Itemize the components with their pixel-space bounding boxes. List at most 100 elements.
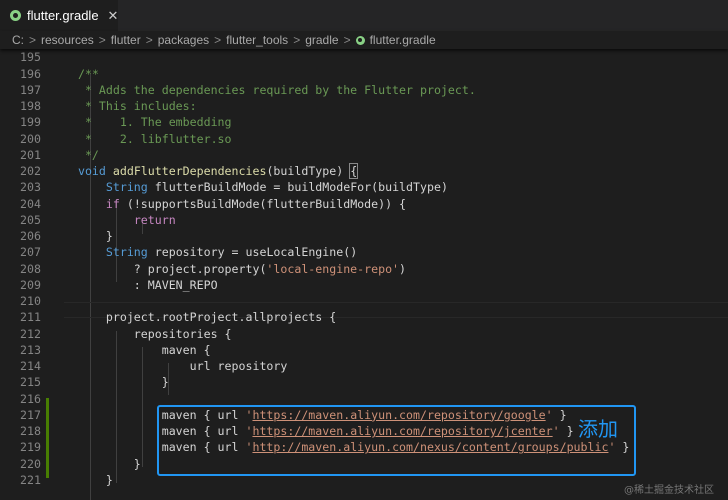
- line-number: 219: [0, 439, 41, 455]
- code-token: 'local-engine-repo': [266, 262, 399, 276]
- code-line[interactable]: 201 */: [0, 147, 728, 163]
- code-token: String: [106, 245, 148, 259]
- chevron-right-icon: >: [29, 33, 36, 47]
- code-line[interactable]: 210: [0, 293, 728, 309]
- breadcrumb-item-flutter-tools[interactable]: flutter_tools: [226, 33, 288, 47]
- line-number: 210: [0, 293, 41, 309]
- breadcrumb-item-gradle[interactable]: gradle: [305, 33, 338, 47]
- tab-title: flutter.gradle: [27, 8, 99, 23]
- code-line[interactable]: 214 url repository: [0, 358, 728, 374]
- chevron-right-icon: >: [146, 33, 153, 47]
- code-token: addFlutterDependencies: [113, 164, 267, 178]
- line-number: 211: [0, 309, 41, 325]
- code-token: [64, 164, 78, 178]
- tab-flutter-gradle[interactable]: flutter.gradle ✕: [0, 0, 118, 31]
- code-line[interactable]: 212 repositories {: [0, 326, 728, 342]
- code-token: maven {: [64, 343, 211, 357]
- code-token: [64, 245, 106, 259]
- code-token: }: [64, 473, 113, 487]
- code-token: [64, 180, 106, 194]
- code-line[interactable]: 215 }: [0, 374, 728, 390]
- code-token: ): [399, 262, 406, 276]
- code-token: repositories {: [64, 327, 232, 341]
- line-number: 200: [0, 131, 41, 147]
- code-line[interactable]: 207 String repository = useLocalEngine(): [0, 244, 728, 260]
- code-line[interactable]: 198 * This includes:: [0, 98, 728, 114]
- code-token: }: [64, 375, 169, 389]
- line-number: 202: [0, 163, 41, 179]
- code-token: (!supportsBuildMode(flutterBuildMode)) {: [120, 197, 406, 211]
- code-line[interactable]: 200 * 2. libflutter.so: [0, 131, 728, 147]
- code-token: if: [106, 197, 120, 211]
- code-text: String flutterBuildMode = buildModeFor(b…: [64, 179, 448, 195]
- code-line[interactable]: 204 if (!supportsBuildMode(flutterBuildM…: [0, 196, 728, 212]
- code-token: String: [106, 180, 148, 194]
- chevron-right-icon: >: [293, 33, 300, 47]
- code-text: project.rootProject.allprojects {: [64, 309, 336, 325]
- close-icon[interactable]: ✕: [108, 8, 119, 24]
- code-text: void addFlutterDependencies(buildType) {: [64, 163, 357, 179]
- code-text: /**: [64, 66, 99, 82]
- code-line[interactable]: 202 void addFlutterDependencies(buildTyp…: [0, 163, 728, 179]
- chevron-right-icon: >: [214, 33, 221, 47]
- code-line[interactable]: 206 }: [0, 228, 728, 244]
- code-line[interactable]: 205 return: [0, 212, 728, 228]
- line-number: 218: [0, 423, 41, 439]
- code-text: * This includes:: [64, 98, 197, 114]
- code-line[interactable]: 213 maven {: [0, 342, 728, 358]
- code-line[interactable]: 209 : MAVEN_REPO: [0, 277, 728, 293]
- line-number: 198: [0, 98, 41, 114]
- code-token: url repository: [64, 359, 287, 373]
- breadcrumb-item-resources[interactable]: resources: [41, 33, 94, 47]
- code-line[interactable]: 211 project.rootProject.allprojects {: [0, 309, 728, 325]
- code-text: if (!supportsBuildMode(flutterBuildMode)…: [64, 196, 406, 212]
- breadcrumb: C: > resources > flutter > packages > fl…: [0, 31, 728, 49]
- code-text: ? project.property('local-engine-repo'): [64, 261, 406, 277]
- line-number: 220: [0, 456, 41, 472]
- code-line[interactable]: 195: [0, 49, 728, 65]
- code-text: url repository: [64, 358, 287, 374]
- breadcrumb-item-packages[interactable]: packages: [158, 33, 209, 47]
- code-token: [64, 197, 106, 211]
- watermark: @稀土掘金技术社区: [624, 481, 714, 496]
- code-token: * 1. The embedding: [64, 115, 232, 129]
- line-number: 206: [0, 228, 41, 244]
- line-number: 209: [0, 277, 41, 293]
- breadcrumb-item-file[interactable]: flutter.gradle: [370, 33, 436, 47]
- code-line[interactable]: 208 ? project.property('local-engine-rep…: [0, 261, 728, 277]
- code-token: flutterBuildMode = buildModeFor(buildTyp…: [148, 180, 448, 194]
- code-token: [64, 213, 134, 227]
- breadcrumb-item-drive[interactable]: C:: [12, 33, 24, 47]
- code-text: }: [64, 374, 169, 390]
- code-token: void: [78, 164, 106, 178]
- code-line[interactable]: 197 * Adds the dependencies required by …: [0, 82, 728, 98]
- line-number: 205: [0, 212, 41, 228]
- code-token: (buildType): [266, 164, 350, 178]
- breadcrumb-item-flutter[interactable]: flutter: [111, 33, 141, 47]
- line-number: 208: [0, 261, 41, 277]
- code-line[interactable]: 196 /**: [0, 66, 728, 82]
- line-number: 199: [0, 114, 41, 130]
- annotation-label: 添加: [578, 413, 618, 442]
- code-text: String repository = useLocalEngine(): [64, 244, 357, 260]
- tab-bar: flutter.gradle ✕: [0, 0, 728, 31]
- code-token: */: [64, 148, 99, 162]
- code-text: * 2. libflutter.so: [64, 131, 232, 147]
- line-number: 221: [0, 472, 41, 488]
- code-line[interactable]: 203 String flutterBuildMode = buildModeF…: [0, 179, 728, 195]
- line-number: 207: [0, 244, 41, 260]
- code-token: * 2. libflutter.so: [64, 132, 232, 146]
- code-token: : MAVEN_REPO: [64, 278, 218, 292]
- chevron-right-icon: >: [344, 33, 351, 47]
- code-text: maven {: [64, 342, 211, 358]
- line-number: 201: [0, 147, 41, 163]
- code-token: }: [64, 457, 141, 471]
- line-number: 196: [0, 66, 41, 82]
- code-token: project.rootProject.allprojects {: [64, 310, 336, 324]
- gradle-file-icon: [356, 36, 365, 45]
- line-number: 215: [0, 374, 41, 390]
- code-text: : MAVEN_REPO: [64, 277, 218, 293]
- line-number: 216: [0, 391, 41, 407]
- code-line[interactable]: 199 * 1. The embedding: [0, 114, 728, 130]
- code-token: * Adds the dependencies required by the …: [64, 83, 476, 97]
